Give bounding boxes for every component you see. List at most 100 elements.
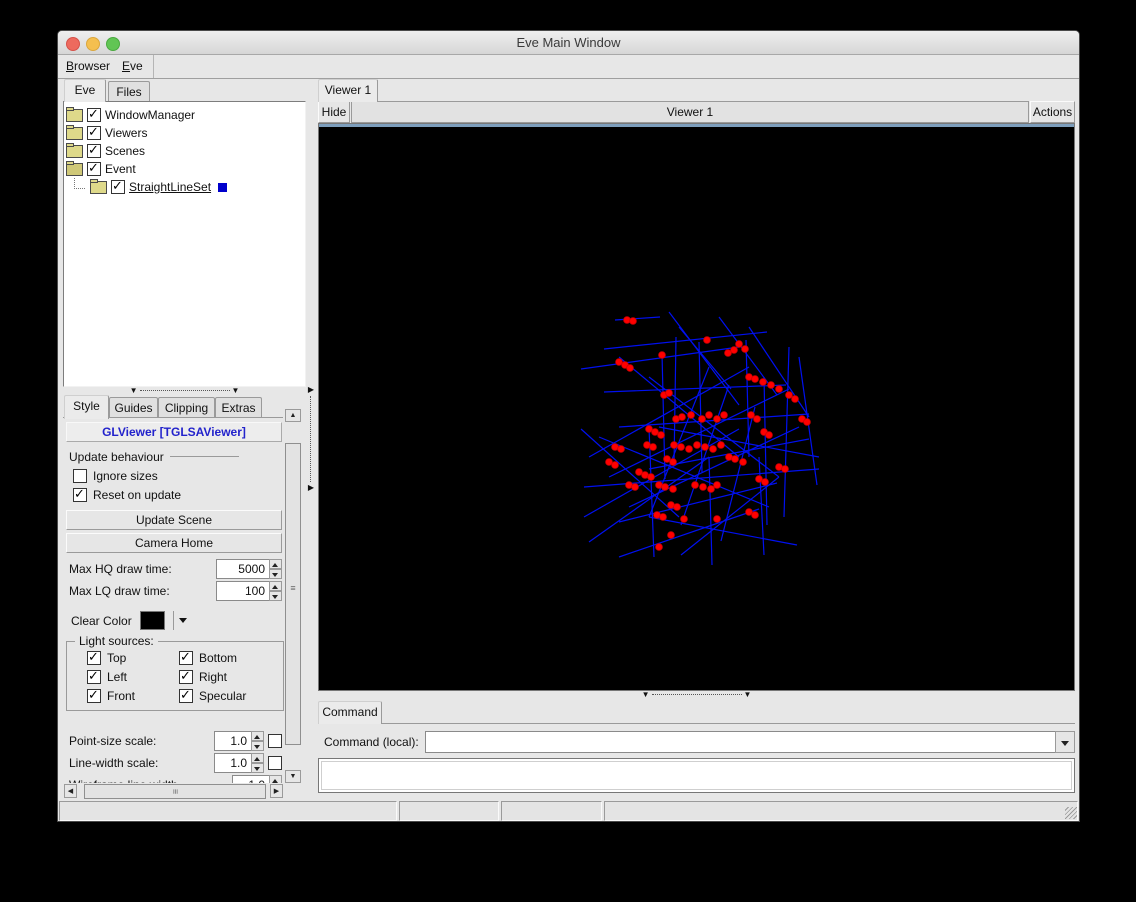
- spin-up-icon[interactable]: [269, 559, 282, 569]
- checkbox-icon[interactable]: [73, 469, 87, 483]
- clear-color-dropdown[interactable]: [173, 611, 190, 630]
- ignore-sizes-checkbox[interactable]: Ignore sizes: [73, 469, 158, 483]
- tree-item-event[interactable]: Event: [66, 160, 303, 178]
- splitter-right-icon: ▶: [308, 386, 314, 394]
- reset-on-update-checkbox[interactable]: Reset on update: [73, 488, 181, 502]
- update-behaviour-label: Update behaviour: [69, 450, 279, 464]
- hide-button[interactable]: Hide: [318, 101, 350, 123]
- menubar-divider: [153, 55, 154, 78]
- max-hq-row: Max HQ draw time: 5000: [69, 559, 282, 579]
- command-input[interactable]: [425, 731, 1055, 753]
- spin-up-icon[interactable]: [251, 753, 264, 763]
- close-icon[interactable]: [66, 37, 80, 51]
- checkbox-icon[interactable]: [87, 651, 101, 665]
- window-title: Eve Main Window: [58, 31, 1079, 54]
- point-size-value[interactable]: 1.0: [214, 731, 251, 751]
- tab-eve[interactable]: Eve: [64, 79, 106, 102]
- editor-vertical-scrollbar[interactable]: ▲ ≡ ▼: [285, 431, 301, 783]
- spin-up-icon[interactable]: [251, 731, 264, 741]
- tree-checkbox[interactable]: [87, 108, 101, 122]
- status-cell: [399, 801, 499, 821]
- editor-horizontal-scrollbar[interactable]: ◀ ▶ ≡: [64, 783, 284, 799]
- tab-extras[interactable]: Extras: [215, 397, 262, 418]
- update-scene-button[interactable]: Update Scene: [66, 510, 282, 530]
- checkbox-icon[interactable]: [87, 670, 101, 684]
- point-size-spinner: 1.0: [214, 731, 264, 751]
- clear-color-swatch[interactable]: [140, 611, 165, 630]
- folder-icon: [66, 127, 83, 140]
- checkbox-icon[interactable]: [179, 670, 193, 684]
- menu-eve[interactable]: Eve: [118, 55, 147, 78]
- color-marker-icon[interactable]: [218, 183, 227, 192]
- scroll-right-icon[interactable]: ▶: [270, 784, 283, 798]
- light-specular-checkbox[interactable]: Specular: [179, 689, 246, 703]
- tree-checkbox[interactable]: [111, 180, 125, 194]
- checkbox-icon[interactable]: [73, 488, 87, 502]
- menu-browser[interactable]: Browser: [62, 55, 114, 78]
- light-right-checkbox[interactable]: Right: [179, 670, 227, 684]
- checkbox-icon[interactable]: [87, 689, 101, 703]
- zoom-icon[interactable]: [106, 37, 120, 51]
- scroll-left-icon[interactable]: ◀: [64, 784, 77, 798]
- max-hq-spinner: 5000: [216, 559, 282, 579]
- tab-viewer-1[interactable]: Viewer 1: [318, 79, 378, 102]
- combo-dropdown-icon[interactable]: [1055, 731, 1075, 753]
- status-cell: [59, 801, 397, 821]
- spin-up-icon[interactable]: [269, 581, 282, 591]
- scrollbar-thumb[interactable]: ≡: [84, 784, 266, 799]
- max-lq-value[interactable]: 100: [216, 581, 269, 601]
- spin-down-icon[interactable]: [269, 591, 282, 601]
- tree-item-windowmanager[interactable]: WindowManager: [66, 106, 303, 124]
- tree-checkbox[interactable]: [87, 162, 101, 176]
- tree-item-viewers[interactable]: Viewers: [66, 124, 303, 142]
- splitter-down-icon: ▼: [232, 387, 240, 395]
- light-bottom-checkbox[interactable]: Bottom: [179, 651, 237, 665]
- scrollbar-thumb[interactable]: ≡: [285, 443, 301, 745]
- scene-svg: [319, 127, 1074, 690]
- viewer-h-splitter[interactable]: ▼ ▼: [318, 691, 1075, 699]
- light-left-checkbox[interactable]: Left: [87, 670, 127, 684]
- max-hq-value[interactable]: 5000: [216, 559, 269, 579]
- tab-files[interactable]: Files: [108, 81, 150, 101]
- checkbox-icon[interactable]: [179, 689, 193, 703]
- clear-color-row: Clear Color: [71, 611, 190, 630]
- minimize-icon[interactable]: [86, 37, 100, 51]
- tab-command[interactable]: Command: [318, 701, 382, 724]
- main-v-splitter[interactable]: ▶ ▶: [306, 79, 316, 799]
- status-cell: [501, 801, 602, 821]
- camera-home-button[interactable]: Camera Home: [66, 533, 282, 553]
- actions-button[interactable]: Actions: [1030, 101, 1075, 123]
- title-bar[interactable]: Eve Main Window: [58, 31, 1079, 55]
- spin-down-icon[interactable]: [251, 741, 264, 751]
- light-front-checkbox[interactable]: Front: [87, 689, 135, 703]
- glviewer-name-button[interactable]: GLViewer [TGLSAViewer]: [66, 422, 282, 442]
- tab-clipping[interactable]: Clipping: [158, 397, 215, 418]
- line-width-value[interactable]: 1.0: [214, 753, 251, 773]
- resize-grip-icon[interactable]: [1065, 807, 1077, 819]
- scroll-up-icon[interactable]: ▲: [285, 409, 301, 422]
- point-size-override-checkbox[interactable]: [268, 734, 282, 748]
- spin-down-icon[interactable]: [269, 569, 282, 579]
- line-width-override-checkbox[interactable]: [268, 756, 282, 770]
- tab-guides[interactable]: Guides: [109, 397, 158, 418]
- thumb-grip-icon: ≡: [286, 584, 300, 593]
- command-output[interactable]: [318, 758, 1075, 793]
- command-combobox: [425, 731, 1075, 753]
- tree-item-straightlineset[interactable]: StraightLineSet: [66, 178, 303, 196]
- light-top-checkbox[interactable]: Top: [87, 651, 126, 665]
- max-lq-spinner: 100: [216, 581, 282, 601]
- checkbox-icon[interactable]: [179, 651, 193, 665]
- tab-style[interactable]: Style: [64, 395, 109, 419]
- left-h-splitter[interactable]: ▼ ▼: [63, 387, 306, 395]
- tree-checkbox[interactable]: [87, 144, 101, 158]
- gl-viewport[interactable]: [318, 123, 1075, 691]
- splitter-down-icon: ▼: [744, 691, 752, 699]
- gl-editor-panel: Style Guides Clipping Extras GLViewer [T…: [63, 395, 306, 799]
- viewer-title-bar[interactable]: Viewer 1: [351, 101, 1029, 123]
- tree-checkbox[interactable]: [87, 126, 101, 140]
- splitter-down-icon: ▼: [642, 691, 650, 699]
- scroll-down-icon[interactable]: ▼: [285, 770, 301, 783]
- spin-down-icon[interactable]: [251, 763, 264, 773]
- thumb-grip-icon: ≡: [171, 702, 180, 800]
- tree-item-scenes[interactable]: Scenes: [66, 142, 303, 160]
